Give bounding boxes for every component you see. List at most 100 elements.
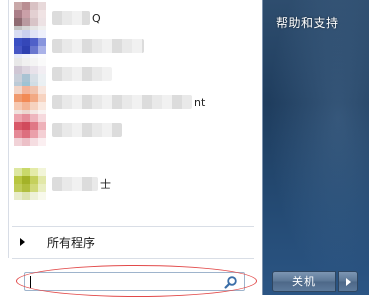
app-name-visible: 士 bbox=[100, 178, 111, 191]
icon-pixel bbox=[22, 130, 30, 138]
icon-pixel bbox=[22, 86, 30, 94]
icon-pixel bbox=[22, 184, 30, 192]
icon-pixel bbox=[22, 138, 30, 146]
icon-pixel bbox=[38, 176, 46, 184]
app-name-visible: Q bbox=[92, 11, 101, 25]
icon-pixel bbox=[14, 168, 22, 176]
icon-pixel bbox=[14, 74, 22, 82]
icon-pixel bbox=[38, 74, 46, 82]
icon-pixel bbox=[30, 58, 38, 66]
shutdown-options-arrow-icon[interactable] bbox=[338, 271, 358, 292]
help-and-support-link[interactable]: 帮助和支持 bbox=[276, 14, 339, 31]
app-name-blurred bbox=[52, 11, 90, 25]
icon-pixel bbox=[14, 58, 22, 66]
icon-pixel bbox=[30, 74, 38, 82]
icon-pixel bbox=[30, 30, 38, 38]
expand-arrow-icon bbox=[20, 238, 25, 246]
icon-pixel bbox=[14, 122, 22, 130]
icon-pixel bbox=[22, 102, 30, 110]
shutdown-group: 关机 bbox=[272, 271, 358, 292]
icon-pixel bbox=[30, 114, 38, 122]
icon-pixel bbox=[30, 122, 38, 130]
separator bbox=[12, 258, 254, 259]
icon-pixel bbox=[30, 102, 38, 110]
icon-pixel bbox=[22, 176, 30, 184]
icon-pixel bbox=[30, 46, 38, 54]
program-item[interactable]: nt bbox=[14, 86, 268, 118]
search-box[interactable] bbox=[24, 272, 245, 291]
icon-pixel bbox=[38, 102, 46, 110]
icon-pixel bbox=[30, 10, 38, 18]
search-icon[interactable] bbox=[224, 275, 238, 289]
text-caret bbox=[30, 276, 31, 288]
icon-pixel bbox=[38, 30, 46, 38]
icon-pixel bbox=[38, 18, 46, 26]
icon-pixel bbox=[14, 192, 22, 200]
icon-pixel bbox=[38, 130, 46, 138]
icon-pixel bbox=[30, 2, 38, 10]
icon-pixel bbox=[22, 2, 30, 10]
icon-pixel bbox=[14, 102, 22, 110]
pinned-program-list: Q nt 士 bbox=[14, 0, 268, 200]
app-name-blurred bbox=[52, 95, 192, 109]
icon-pixel bbox=[30, 66, 38, 74]
icon-pixel bbox=[14, 138, 22, 146]
icon-pixel bbox=[14, 94, 22, 102]
icon-pixel bbox=[30, 138, 38, 146]
icon-pixel bbox=[14, 176, 22, 184]
icon-pixel bbox=[14, 114, 22, 122]
icon-pixel bbox=[38, 114, 46, 122]
icon-pixel bbox=[22, 114, 30, 122]
icon-pixel bbox=[38, 2, 46, 10]
icon-pixel bbox=[22, 74, 30, 82]
icon-pixel bbox=[14, 30, 22, 38]
icon-pixel bbox=[14, 10, 22, 18]
icon-pixel bbox=[14, 66, 22, 74]
icon-pixel bbox=[38, 138, 46, 146]
shutdown-button[interactable]: 关机 bbox=[272, 271, 336, 292]
icon-pixel bbox=[38, 46, 46, 54]
icon-pixel bbox=[14, 46, 22, 54]
app-name-blurred bbox=[52, 39, 144, 53]
search-input[interactable] bbox=[27, 273, 221, 290]
icon-pixel bbox=[14, 2, 22, 10]
icon-pixel bbox=[30, 176, 38, 184]
icon-pixel bbox=[14, 86, 22, 94]
icon-pixel bbox=[30, 94, 38, 102]
icon-pixel bbox=[38, 66, 46, 74]
icon-pixel bbox=[38, 184, 46, 192]
icon-pixel bbox=[22, 168, 30, 176]
program-item[interactable] bbox=[14, 30, 254, 62]
icon-pixel bbox=[30, 86, 38, 94]
icon-pixel bbox=[30, 38, 38, 46]
icon-pixel bbox=[38, 168, 46, 176]
icon-pixel bbox=[38, 38, 46, 46]
icon-pixel bbox=[22, 38, 30, 46]
start-menu-left-pane: Q nt 士 所有程序 bbox=[0, 0, 268, 297]
icon-pixel bbox=[22, 10, 30, 18]
program-item[interactable] bbox=[14, 114, 254, 146]
icon-pixel bbox=[22, 58, 30, 66]
icon-pixel bbox=[38, 94, 46, 102]
icon-pixel bbox=[22, 94, 30, 102]
icon-pixel bbox=[30, 168, 38, 176]
program-item[interactable]: Q bbox=[14, 2, 254, 34]
program-item[interactable] bbox=[14, 58, 254, 90]
program-item[interactable]: 士 bbox=[14, 168, 254, 200]
icon-pixel bbox=[22, 66, 30, 74]
left-border bbox=[8, 0, 9, 258]
icon-pixel bbox=[14, 130, 22, 138]
separator bbox=[12, 226, 254, 227]
app-name-blurred bbox=[52, 177, 98, 191]
icon-pixel bbox=[38, 10, 46, 18]
icon-pixel bbox=[30, 130, 38, 138]
icon-pixel bbox=[30, 18, 38, 26]
all-programs-label: 所有程序 bbox=[47, 235, 96, 250]
icon-pixel bbox=[38, 86, 46, 94]
icon-pixel bbox=[22, 30, 30, 38]
icon-pixel bbox=[14, 38, 22, 46]
icon-pixel bbox=[22, 122, 30, 130]
all-programs-button[interactable]: 所有程序 bbox=[20, 233, 95, 251]
app-name-blurred bbox=[52, 67, 112, 81]
icon-pixel bbox=[14, 184, 22, 192]
